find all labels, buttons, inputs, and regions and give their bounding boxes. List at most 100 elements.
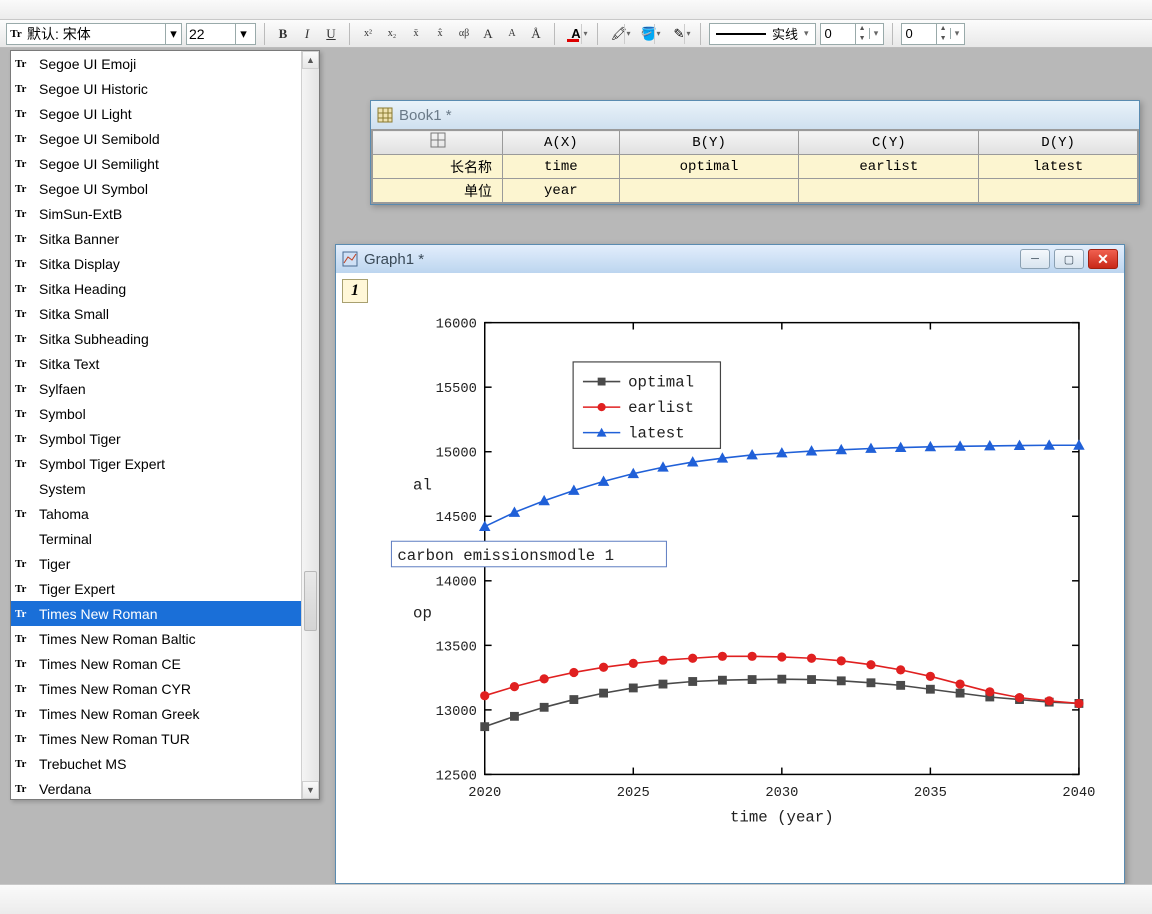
highlight-color-button[interactable]: 🖍▾	[606, 24, 632, 44]
book-titlebar[interactable]: Book1 *	[371, 101, 1139, 129]
cell[interactable]: earlist	[799, 155, 979, 179]
plot-area[interactable]: 1250013000135001400014500150001550016000…	[386, 303, 1104, 853]
point-size-input[interactable]	[902, 26, 936, 41]
font-list-item[interactable]: TrSitka Banner	[11, 226, 301, 251]
font-list-item[interactable]: TrVerdana	[11, 776, 301, 799]
font-list-item[interactable]: TrSylfaen	[11, 376, 301, 401]
greek-button[interactable]: αβ	[454, 24, 474, 44]
font-list-item[interactable]: TrTimes New Roman TUR	[11, 726, 301, 751]
font-list-item[interactable]: System	[11, 476, 301, 501]
italic-button[interactable]: I	[297, 24, 317, 44]
font-list-item[interactable]: TrSymbol Tiger Expert	[11, 451, 301, 476]
font-list-item[interactable]: TrSymbol Tiger	[11, 426, 301, 451]
font-list-item[interactable]: TrSimSun-ExtB	[11, 201, 301, 226]
font-list-item[interactable]: TrSitka Display	[11, 251, 301, 276]
worksheet-grid[interactable]: A(X) B(Y) C(Y) D(Y) 长名称 time optimal ear…	[371, 129, 1139, 204]
minimize-button[interactable]: ─	[1020, 249, 1050, 269]
font-list-item[interactable]: TrSitka Small	[11, 301, 301, 326]
font-dropdown-list[interactable]: TrSegoe UI EmojiTrSegoe UI HistoricTrSeg…	[10, 50, 320, 800]
increase-font-button[interactable]: A	[478, 24, 498, 44]
line-width-input[interactable]	[821, 26, 855, 41]
font-list-item[interactable]: TrSegoe UI Semilight	[11, 151, 301, 176]
maximize-button[interactable]: ▢	[1054, 249, 1084, 269]
font-list-item[interactable]: TrSegoe UI Symbol	[11, 176, 301, 201]
font-name-input[interactable]	[25, 26, 165, 42]
line-color-button[interactable]: ✎▾	[666, 24, 692, 44]
close-button[interactable]: ✕	[1088, 249, 1118, 269]
xbar-button[interactable]: x̄	[406, 24, 426, 44]
cell[interactable]	[619, 179, 799, 203]
font-list-item[interactable]: TrTahoma	[11, 501, 301, 526]
font-list-item[interactable]: TrTrebuchet MS	[11, 751, 301, 776]
bottom-strip	[0, 884, 1152, 914]
font-name-combobox[interactable]: Tr ▾	[6, 23, 182, 45]
point-size-spinbox[interactable]: ▲▼ ▾	[901, 23, 965, 45]
cell[interactable]: time	[503, 155, 620, 179]
truetype-icon: Tr	[7, 28, 25, 40]
fill-color-button[interactable]: 🪣▾	[636, 24, 662, 44]
font-list-item[interactable]: TrSegoe UI Semibold	[11, 126, 301, 151]
cell[interactable]: year	[503, 179, 620, 203]
font-list-item[interactable]: TrTimes New Roman CE	[11, 651, 301, 676]
layer-indicator[interactable]: 1	[342, 279, 368, 303]
spin-up-icon[interactable]: ▲	[855, 24, 869, 34]
row-label-units[interactable]: 单位	[373, 179, 503, 203]
underline-button[interactable]: U	[321, 24, 341, 44]
font-list-item[interactable]: Terminal	[11, 526, 301, 551]
font-list-item-label: Tahoma	[39, 506, 89, 522]
column-header[interactable]: C(Y)	[799, 131, 979, 155]
font-list-item[interactable]: TrTimes New Roman Baltic	[11, 626, 301, 651]
column-header[interactable]: A(X)	[503, 131, 620, 155]
chevron-down-icon[interactable]: ▾	[950, 28, 964, 39]
font-size-dropdown-icon[interactable]: ▾	[235, 24, 251, 44]
font-list-item-label: Segoe UI Emoji	[39, 56, 136, 72]
corner-cell[interactable]	[373, 131, 503, 155]
scrollbar[interactable]: ▲ ▼	[301, 51, 319, 799]
chevron-down-icon[interactable]: ▾	[869, 28, 883, 39]
subscript-button[interactable]: x₂	[382, 24, 402, 44]
font-size-combobox[interactable]: ▾	[186, 23, 256, 45]
font-list-item[interactable]: TrSitka Heading	[11, 276, 301, 301]
decrease-font-button[interactable]: A	[502, 24, 522, 44]
row-label-longname[interactable]: 长名称	[373, 155, 503, 179]
font-color-button[interactable]: A▾	[563, 24, 589, 44]
font-list-item[interactable]: TrTimes New Roman	[11, 601, 301, 626]
line-style-combobox[interactable]: 实线 ▾	[709, 23, 816, 45]
font-list-item[interactable]: TrTimes New Roman Greek	[11, 701, 301, 726]
font-list-item-label: Times New Roman CYR	[39, 681, 191, 697]
truetype-icon: Tr	[15, 83, 33, 95]
font-list-item[interactable]: TrSegoe UI Light	[11, 101, 301, 126]
column-header[interactable]: D(Y)	[979, 131, 1138, 155]
font-list-item[interactable]: TrTiger	[11, 551, 301, 576]
font-list-item[interactable]: TrSitka Subheading	[11, 326, 301, 351]
font-list-item[interactable]: TrSymbol	[11, 401, 301, 426]
truetype-icon: Tr	[15, 758, 33, 770]
cell[interactable]: latest	[979, 155, 1138, 179]
font-name-dropdown-icon[interactable]: ▾	[165, 24, 181, 44]
cell[interactable]	[799, 179, 979, 203]
scroll-down-icon[interactable]: ▼	[302, 781, 319, 799]
xhat-button[interactable]: x̂	[430, 24, 450, 44]
font-list-item[interactable]: TrSegoe UI Emoji	[11, 51, 301, 76]
spin-up-icon[interactable]: ▲	[936, 24, 950, 34]
cell[interactable]: optimal	[619, 155, 799, 179]
angstrom-button[interactable]: Å	[526, 24, 546, 44]
line-width-spinbox[interactable]: ▲▼ ▾	[820, 23, 884, 45]
font-list-item[interactable]: TrSegoe UI Historic	[11, 76, 301, 101]
truetype-icon: Tr	[15, 358, 33, 370]
graph-titlebar[interactable]: Graph1 * ─ ▢ ✕	[336, 245, 1124, 273]
cell[interactable]	[979, 179, 1138, 203]
font-list-item-label: Times New Roman TUR	[39, 731, 190, 747]
column-header[interactable]: B(Y)	[619, 131, 799, 155]
font-list-item[interactable]: TrTimes New Roman CYR	[11, 676, 301, 701]
truetype-icon: Tr	[15, 308, 33, 320]
spin-down-icon[interactable]: ▼	[855, 34, 869, 44]
font-list-item[interactable]: TrSitka Text	[11, 351, 301, 376]
font-size-input[interactable]	[187, 26, 235, 42]
scroll-up-icon[interactable]: ▲	[302, 51, 319, 69]
bold-button[interactable]: B	[273, 24, 293, 44]
spin-down-icon[interactable]: ▼	[936, 34, 950, 44]
superscript-button[interactable]: x²	[358, 24, 378, 44]
scroll-thumb[interactable]	[304, 571, 317, 631]
font-list-item[interactable]: TrTiger Expert	[11, 576, 301, 601]
